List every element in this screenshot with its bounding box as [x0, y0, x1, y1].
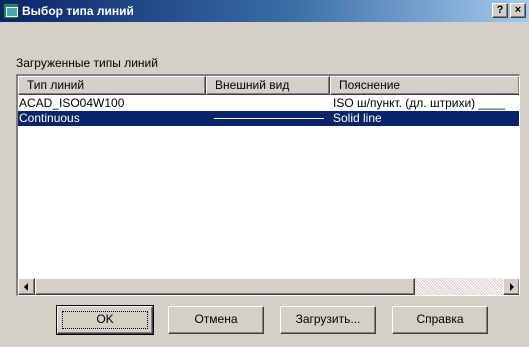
loaded-linetypes-label: Загруженные типы линий — [16, 56, 158, 70]
scroll-thumb[interactable] — [35, 278, 415, 295]
column-header-appearance[interactable]: Внешний вид — [206, 76, 330, 95]
help-title-button[interactable]: ? — [492, 3, 508, 18]
scroll-right-button[interactable] — [503, 278, 519, 295]
cancel-button[interactable]: Отмена — [168, 306, 264, 334]
linetype-description: ISO ш/пункт. (дл. штрихи) ____ — [333, 96, 506, 110]
horizontal-scrollbar[interactable] — [18, 278, 519, 295]
help-button-label: Справка — [416, 312, 464, 326]
focus-rect — [62, 311, 148, 329]
scroll-left-button[interactable] — [18, 278, 35, 295]
question-icon: ? — [496, 4, 504, 16]
window-title: Выбор типа линий — [22, 4, 134, 18]
close-icon: × — [514, 4, 522, 16]
linetype-appearance — [214, 111, 326, 126]
load-button-label: Загрузить... — [295, 312, 361, 326]
help-button[interactable]: Справка — [392, 306, 488, 334]
table-row[interactable]: ACAD_ISO04W100 ISO ш/пункт. (дл. штрихи)… — [18, 96, 519, 111]
close-button[interactable]: × — [510, 3, 526, 18]
linetype-appearance — [214, 96, 326, 111]
linetype-name: Continuous — [19, 111, 80, 125]
column-header-description[interactable]: Пояснение — [330, 76, 519, 95]
arrow-right-icon — [510, 283, 514, 291]
load-button[interactable]: Загрузить... — [280, 306, 376, 334]
column-header-linetype[interactable]: Тип линий — [18, 76, 206, 95]
linetype-description: Solid line — [333, 111, 382, 125]
ok-button[interactable]: OK — [56, 305, 154, 335]
linetype-list[interactable]: Тип линий Внешний вид Пояснение ACAD_ISO… — [16, 74, 520, 296]
linetype-preview-solid — [214, 118, 324, 119]
arrow-left-icon — [24, 283, 28, 291]
cancel-button-label: Отмена — [194, 312, 238, 326]
app-icon — [3, 3, 19, 19]
linetype-dialog: Выбор типа линий ? × Загруженные типы ли… — [0, 0, 529, 347]
linetype-name: ACAD_ISO04W100 — [19, 96, 125, 110]
title-bar[interactable]: Выбор типа линий ? × — [0, 0, 529, 22]
table-row[interactable]: Continuous Solid line — [18, 111, 519, 126]
